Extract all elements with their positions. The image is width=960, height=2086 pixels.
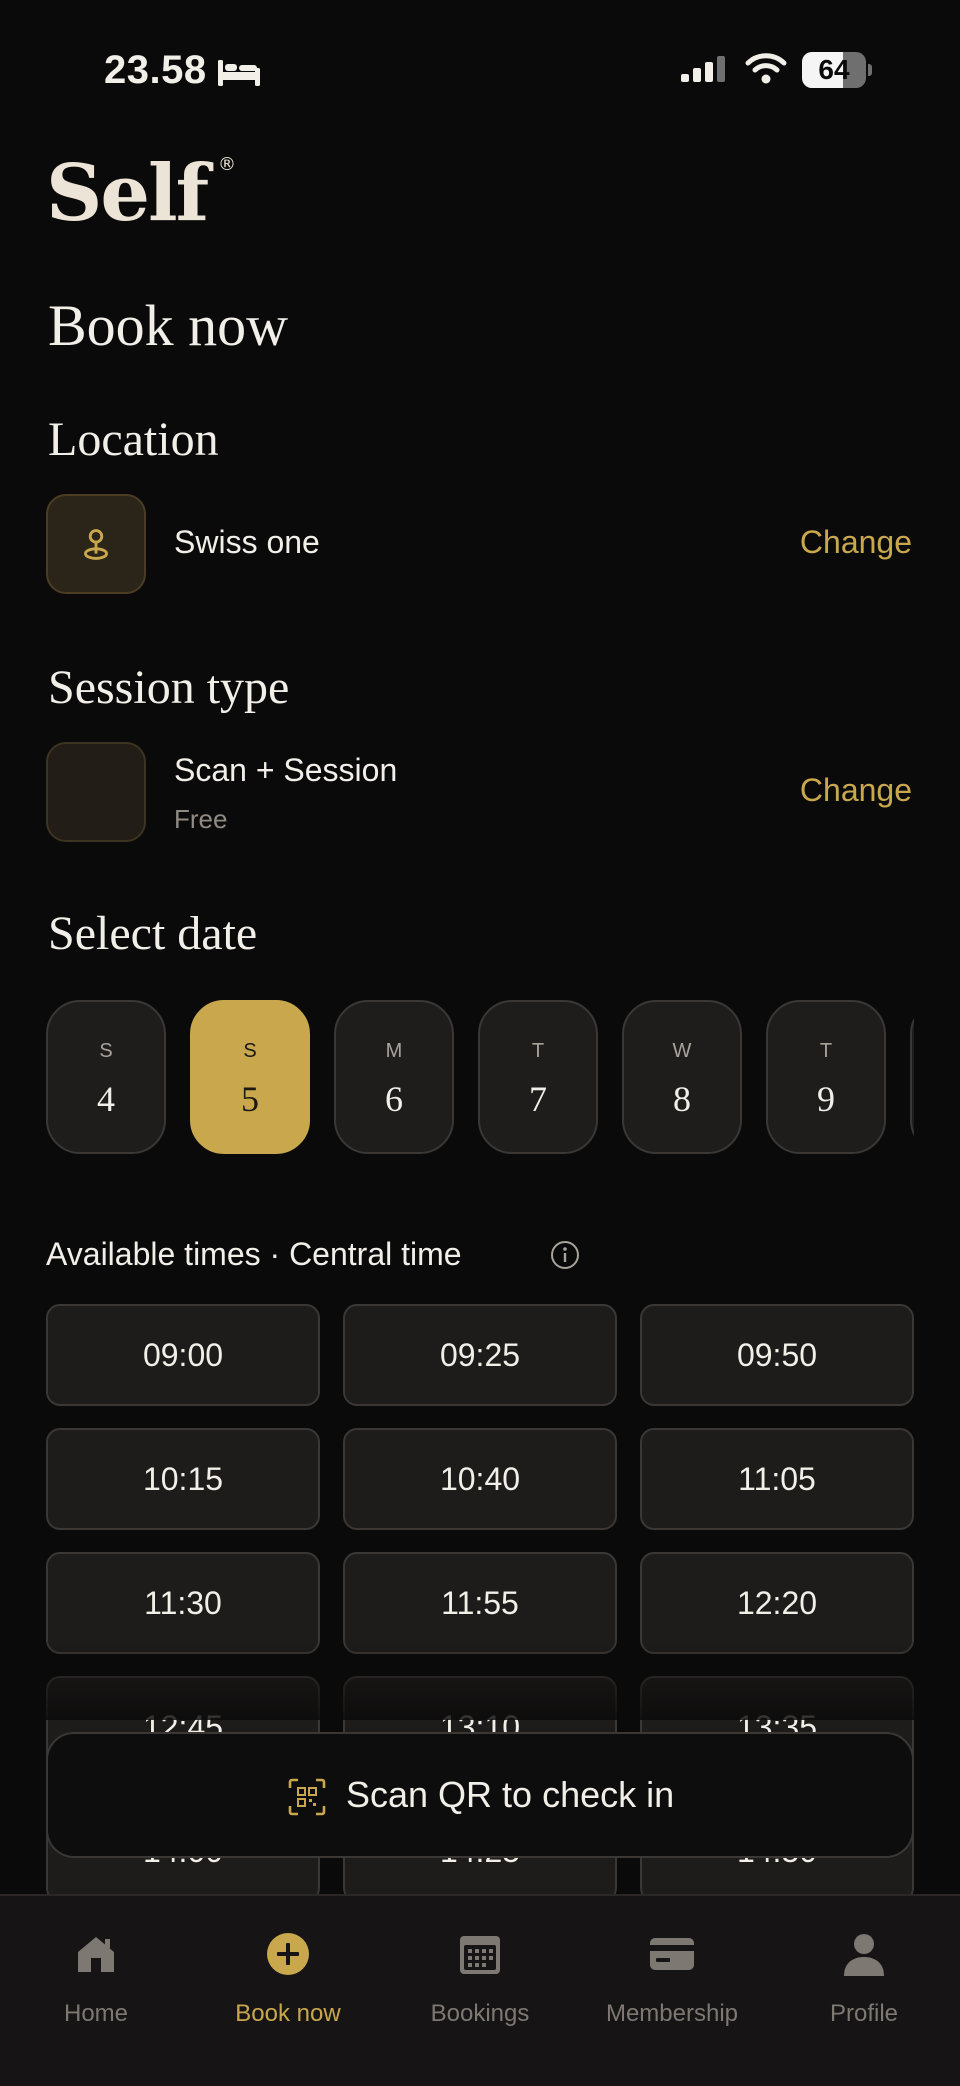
status-bar: 23.58 64 (0, 0, 960, 140)
brand-logo: Self (46, 148, 209, 239)
date-day-of-week: S (99, 1040, 113, 1062)
time-slot-button[interactable]: 12:20 (640, 1552, 914, 1654)
tab-label-bookings: Bookings (430, 2000, 530, 2027)
time-slot-button[interactable]: 09:00 (46, 1304, 320, 1406)
date-day-number: 7 (529, 1079, 547, 1119)
tab-home[interactable]: Home (0, 1896, 192, 2086)
wifi-icon (745, 53, 787, 84)
times-heading: Available times · Central time (46, 1236, 462, 1272)
signal-icon (681, 56, 725, 82)
session-icon-box (46, 742, 146, 842)
session-price: Free (174, 804, 228, 834)
home-icon (78, 1937, 114, 1972)
battery-percent: 64 (818, 54, 850, 85)
tab-label-profile: Profile (829, 2000, 899, 2027)
date-day-number: 6 (385, 1079, 403, 1119)
date-day-number: 5 (241, 1079, 259, 1119)
time-slot-button[interactable]: 09:50 (640, 1304, 914, 1406)
date-card[interactable]: M6 (334, 1000, 454, 1154)
time-slot-button[interactable]: 10:15 (46, 1428, 320, 1530)
time-slot-button[interactable]: 11:05 (640, 1428, 914, 1530)
date-day-of-week: T (531, 1040, 545, 1062)
date-card[interactable]: S4 (46, 1000, 166, 1154)
battery-indicator: 64 (802, 52, 872, 88)
session-heading: Session type (48, 661, 290, 714)
location-icon-box (46, 494, 146, 594)
tab-label-membership: Membership (605, 2000, 739, 2027)
date-day-of-week: M (385, 1040, 403, 1062)
date-card[interactable]: S5 (190, 1000, 310, 1154)
registered-mark: ® (218, 154, 236, 175)
time-slot-button[interactable]: 11:30 (46, 1552, 320, 1654)
time-slot-button[interactable]: 11:55 (343, 1552, 617, 1654)
time-slot-button[interactable]: 09:25 (343, 1304, 617, 1406)
scan-qr-label: Scan QR to check in (346, 1774, 675, 1815)
bed-icon (218, 60, 260, 86)
date-day-number: 8 (673, 1079, 691, 1119)
person-icon (844, 1934, 884, 1976)
date-day-number: 9 (817, 1079, 835, 1119)
location-name: Swiss one (174, 524, 320, 560)
tab-membership[interactable]: Membership (576, 1896, 768, 2086)
tab-profile[interactable]: Profile (768, 1896, 960, 2086)
scan-qr-button[interactable]: Scan QR to check in (46, 1732, 914, 1858)
tab-book-now[interactable]: Book now (192, 1896, 384, 2086)
card-icon (650, 1938, 694, 1970)
location-pin-icon (84, 529, 108, 560)
date-day-of-week: W (672, 1040, 692, 1062)
plus-circle-icon (267, 1933, 309, 1975)
date-card[interactable]: W8 (622, 1000, 742, 1154)
date-day-of-week: S (243, 1040, 257, 1062)
page-title: Book now (48, 293, 289, 358)
date-card[interactable]: T9 (766, 1000, 886, 1154)
tab-label-book-now: Book now (235, 2000, 341, 2027)
location-heading: Location (48, 413, 219, 466)
date-picker: S4S5M6T7W8T9 (46, 1000, 914, 1156)
status-time: 23.58 (104, 48, 207, 92)
date-heading: Select date (48, 907, 258, 960)
tab-bookings[interactable]: Bookings (384, 1896, 576, 2086)
change-session-link[interactable]: Change (800, 772, 912, 809)
info-icon[interactable] (550, 1240, 580, 1270)
session-name: Scan + Session (174, 752, 398, 788)
qr-scan-icon (288, 1778, 326, 1816)
date-card[interactable]: T7 (478, 1000, 598, 1154)
calendar-icon (460, 1936, 500, 1974)
date-card-next[interactable] (910, 1000, 914, 1154)
date-day-number: 4 (97, 1079, 115, 1119)
tab-label-home: Home (63, 2000, 129, 2027)
change-location-link[interactable]: Change (800, 524, 912, 561)
date-day-of-week: T (819, 1040, 833, 1062)
time-slot-button[interactable]: 10:40 (343, 1428, 617, 1530)
bottom-tab-bar: Home Book now Bookings Membership Profil… (0, 1894, 960, 2086)
